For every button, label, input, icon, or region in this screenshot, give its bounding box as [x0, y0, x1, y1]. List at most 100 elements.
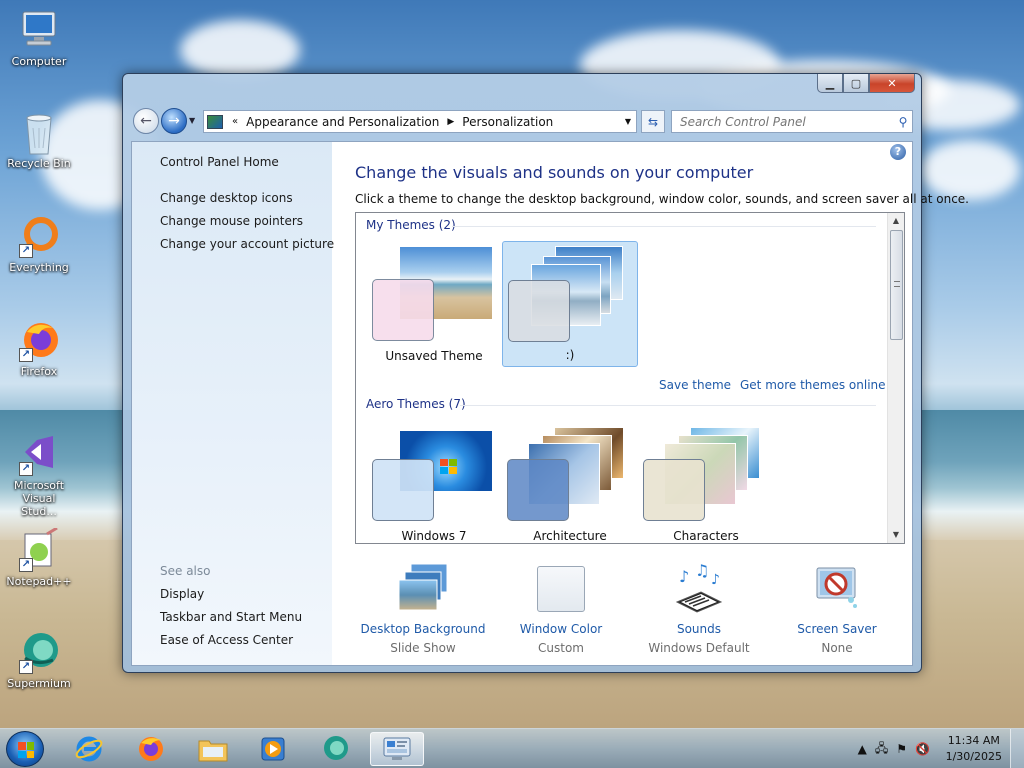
search-input[interactable]: [672, 114, 894, 129]
svg-text:♪: ♪: [679, 567, 689, 586]
close-icon: ✕: [887, 76, 897, 90]
screen-saver-icon: [809, 562, 865, 616]
svg-text:♫: ♫: [695, 562, 709, 580]
action-center-flag-icon[interactable]: ⚑: [896, 742, 907, 756]
taskbar-start-menu-link[interactable]: Taskbar and Start Menu: [160, 610, 302, 624]
left-navigation-pane: Control Panel Home Change desktop icons …: [132, 142, 334, 665]
sounds-tile[interactable]: ♪ ♫ ♪ Sounds Windows Default: [636, 561, 762, 655]
display-link[interactable]: Display: [160, 587, 204, 601]
window-color-icon: [533, 562, 589, 616]
theme-list[interactable]: My Themes (2) Unsaved Theme :) Save them: [355, 212, 905, 544]
theme-characters[interactable]: Characters: [638, 421, 774, 543]
desktop-icon-notepad-plus[interactable]: ↗ Notepad++: [4, 526, 74, 588]
forward-arrow-icon: →: [168, 113, 180, 129]
search-box[interactable]: ⚲: [671, 110, 913, 133]
taskbar-firefox[interactable]: [124, 732, 178, 766]
show-hidden-icons-icon[interactable]: ▲: [858, 742, 867, 756]
desktop-icon-label: Supermium: [7, 677, 71, 690]
theme-unsaved[interactable]: Unsaved Theme: [366, 241, 502, 367]
save-theme-link[interactable]: Save theme: [659, 378, 731, 392]
desktop-background-icon: [395, 562, 451, 616]
content-area: Control Panel Home Change desktop icons …: [131, 141, 969, 666]
refresh-button[interactable]: ⇆: [641, 110, 665, 133]
navigation-bar: ← → ▼ « Appearance and Personalization ▶…: [131, 106, 913, 134]
everything-icon: ↗: [17, 214, 61, 258]
back-button[interactable]: ←: [133, 108, 159, 134]
supermium-icon: ↗: [17, 630, 61, 674]
shortcut-arrow-icon: ↗: [19, 348, 33, 362]
change-desktop-icons-link[interactable]: Change desktop icons: [160, 191, 293, 205]
address-dropdown-icon[interactable]: ▼: [620, 117, 636, 126]
show-desktop-button[interactable]: [1010, 729, 1024, 768]
forward-button[interactable]: →: [161, 108, 187, 134]
windows-7-color-swatch: [372, 459, 434, 521]
taskbar-control-panel[interactable]: [370, 732, 424, 766]
desktop-background-tile[interactable]: Desktop Background Slide Show: [360, 562, 486, 655]
taskbar-internet-explorer[interactable]: [62, 732, 116, 766]
desktop-background-link[interactable]: Desktop Background: [360, 622, 486, 636]
breadcrumb-separator-icon[interactable]: ▶: [447, 117, 454, 127]
theme-label: :): [565, 348, 575, 362]
maximize-icon: ▢: [850, 76, 862, 90]
recent-pages-dropdown[interactable]: ▼: [189, 116, 195, 125]
my-themes-header: My Themes (2): [366, 218, 456, 232]
sounds-link[interactable]: Sounds: [636, 622, 762, 636]
help-icon[interactable]: ?: [890, 144, 906, 160]
maximize-button[interactable]: ▢: [843, 74, 869, 93]
computer-icon: [17, 8, 61, 52]
characters-color-swatch: [643, 459, 705, 521]
desktop-icon-supermium[interactable]: ↗ Supermium: [4, 630, 74, 690]
desktop-icon-everything[interactable]: ↗ Everything: [4, 214, 74, 274]
desktop-icon-computer[interactable]: Computer: [4, 8, 74, 68]
desktop-icon-label: Everything: [9, 261, 69, 274]
desktop-icon-label: Firefox: [20, 365, 58, 378]
taskbar-media-player[interactable]: [246, 732, 300, 766]
search-icon[interactable]: ⚲: [894, 115, 912, 129]
breadcrumb-appearance[interactable]: Appearance and Personalization: [246, 115, 439, 129]
theme-smiley-selected[interactable]: :): [502, 241, 638, 367]
close-button[interactable]: ✕: [869, 74, 915, 93]
control-panel-home-link[interactable]: Control Panel Home: [160, 155, 279, 169]
window-color-tile[interactable]: Window Color Custom: [498, 562, 624, 655]
address-bar[interactable]: « Appearance and Personalization ▶ Perso…: [203, 110, 637, 133]
change-mouse-pointers-link[interactable]: Change mouse pointers: [160, 214, 303, 228]
theme-label: Windows 7: [401, 529, 467, 543]
main-pane: ? Change the visuals and sounds on your …: [332, 142, 969, 665]
clock[interactable]: 11:34 AM 1/30/2025: [946, 733, 1002, 765]
theme-architecture[interactable]: Architecture: [502, 421, 638, 543]
aero-themes-header: Aero Themes (7): [366, 397, 466, 411]
scroll-thumb[interactable]: [890, 230, 903, 340]
firefox-icon: [139, 737, 163, 761]
scroll-up-icon[interactable]: ▲: [888, 213, 904, 229]
breadcrumb-personalization[interactable]: Personalization: [462, 115, 553, 129]
desktop-icon-recycle-bin[interactable]: Recycle Bin: [4, 110, 74, 170]
volume-muted-icon[interactable]: 🔇: [915, 742, 930, 756]
scroll-down-icon[interactable]: ▼: [888, 527, 904, 543]
desktop-icon-firefox[interactable]: ↗ Firefox: [4, 318, 74, 378]
breadcrumb-root-chevron[interactable]: «: [232, 116, 238, 127]
screen-saver-link[interactable]: Screen Saver: [774, 622, 900, 636]
theme-windows-7[interactable]: Windows 7: [366, 421, 502, 543]
taskbar-file-explorer[interactable]: [186, 732, 240, 766]
window-color-value: Custom: [538, 641, 584, 655]
visual-studio-icon: ↗: [17, 432, 61, 476]
shortcut-arrow-icon: ↗: [19, 244, 33, 258]
start-button[interactable]: [6, 731, 44, 767]
desktop-background-value: Slide Show: [390, 641, 456, 655]
taskbar-supermium[interactable]: [308, 732, 362, 766]
get-more-themes-link[interactable]: Get more themes online: [740, 378, 886, 392]
ease-of-access-link[interactable]: Ease of Access Center: [160, 633, 293, 647]
window-color-link[interactable]: Window Color: [498, 622, 624, 636]
sounds-value: Windows Default: [648, 641, 750, 655]
network-icon[interactable]: 🖧: [875, 739, 888, 760]
screen-saver-tile[interactable]: Screen Saver None: [774, 562, 900, 655]
sounds-icon: ♪ ♫ ♪: [671, 561, 727, 616]
theme-list-scrollbar[interactable]: ▲ ▼: [887, 213, 904, 543]
section-divider: [460, 405, 876, 406]
minimize-button[interactable]: ▁: [817, 74, 843, 93]
change-account-picture-link[interactable]: Change your account picture: [160, 237, 334, 251]
see-also-header: See also: [160, 564, 211, 578]
theme-label: Architecture: [533, 529, 607, 543]
file-explorer-icon: [198, 740, 228, 762]
desktop-icon-visual-studio[interactable]: ↗ Microsoft Visual Stud...: [4, 432, 74, 518]
